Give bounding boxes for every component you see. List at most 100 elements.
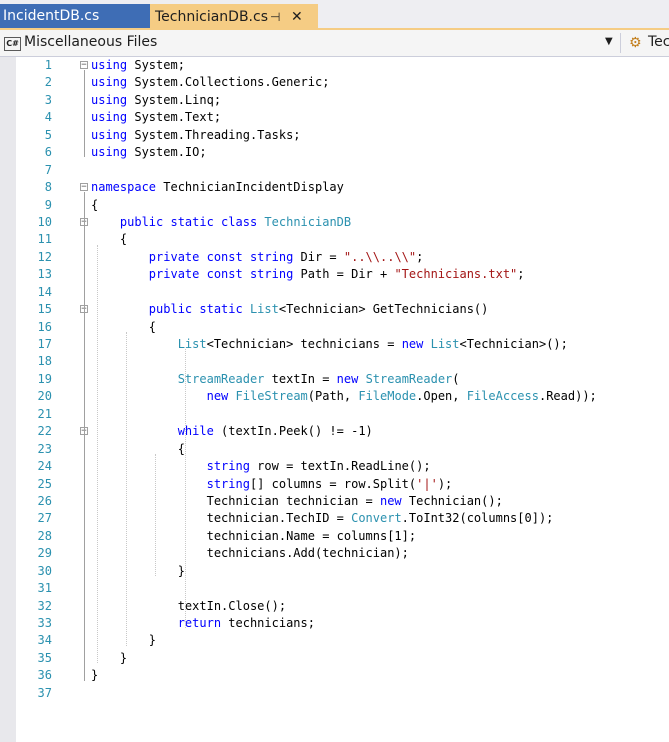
code-line[interactable]: 33 return technicians; bbox=[0, 615, 669, 632]
code-line[interactable]: 7 bbox=[0, 162, 669, 179]
code-text: using System.Linq; bbox=[91, 92, 221, 109]
code-token: } bbox=[91, 563, 185, 578]
line-number: 37 bbox=[37, 685, 52, 700]
line-number: 34 bbox=[37, 633, 52, 648]
code-line[interactable]: 36} bbox=[0, 667, 669, 684]
code-line[interactable]: 30 } bbox=[0, 563, 669, 580]
code-token: technician.Name = columns[1]; bbox=[91, 528, 417, 543]
code-line[interactable]: 21 bbox=[0, 406, 669, 423]
code-text: using System.Collections.Generic; bbox=[91, 74, 329, 91]
code-token: "Technicians.txt" bbox=[394, 267, 518, 282]
code-token: '|' bbox=[416, 476, 438, 491]
code-text: StreamReader textIn = new StreamReader( bbox=[91, 371, 460, 388]
code-token: .Read)); bbox=[538, 389, 597, 404]
code-line[interactable]: 25 string[] columns = row.Split('|'); bbox=[0, 476, 669, 493]
code-token: technicians; bbox=[221, 616, 315, 630]
code-line[interactable]: 26 Technician technician = new Technicia… bbox=[0, 493, 669, 510]
line-number: 10 bbox=[37, 214, 52, 229]
code-editor[interactable]: 1− using System; 2 using System.Collections… bbox=[0, 57, 669, 742]
code-line[interactable]: 11 { bbox=[0, 231, 669, 248]
code-token: System.Collections.Generic; bbox=[134, 75, 330, 90]
line-number: 30 bbox=[37, 563, 52, 578]
code-line[interactable]: 8 − namespace TechnicianIncidentDisplay bbox=[0, 179, 669, 196]
code-token: ; bbox=[517, 267, 525, 282]
code-line[interactable]: 34 } bbox=[0, 632, 669, 649]
code-line[interactable]: 17 List<Technician> technicians = new Li… bbox=[0, 336, 669, 353]
code-line[interactable]: 15− public static List<Technician> GetTe… bbox=[0, 301, 669, 318]
code-token: private const string bbox=[148, 249, 294, 264]
tab-technciandb[interactable]: TechnicianDB.cs ⊣ ✕ bbox=[150, 4, 318, 30]
code-text: using System.Text; bbox=[91, 109, 221, 126]
code-line[interactable]: 29 technicians.Add(technician); bbox=[0, 545, 669, 562]
code-line[interactable]: 37 bbox=[0, 685, 669, 702]
code-token: (textIn.Peek() != -1) bbox=[213, 424, 373, 439]
project-dropdown[interactable]: Miscellaneous Files bbox=[24, 34, 157, 50]
code-line[interactable]: 19 StreamReader textIn = new StreamReade… bbox=[0, 371, 669, 388]
chevron-down-icon[interactable]: ▼ bbox=[605, 36, 613, 47]
line-number: 11 bbox=[37, 232, 52, 247]
code-token: { bbox=[91, 319, 157, 334]
code-text: technician.Name = columns[1]; bbox=[91, 528, 417, 545]
code-token: System.Linq; bbox=[134, 92, 222, 107]
code-line[interactable]: 6 using System.IO; bbox=[0, 144, 669, 161]
code-line[interactable]: 35 } bbox=[0, 650, 669, 667]
code-token: List bbox=[430, 337, 460, 351]
code-token: using bbox=[91, 110, 135, 125]
code-token: <Technician> GetTechnicians() bbox=[278, 302, 489, 317]
code-line[interactable]: 4 using System.Text; bbox=[0, 109, 669, 126]
class-icon: ⚙ bbox=[629, 35, 642, 51]
pin-icon[interactable]: ⊣ bbox=[270, 4, 280, 30]
code-token: ); bbox=[437, 476, 453, 491]
code-line[interactable]: 32 textIn.Close(); bbox=[0, 598, 669, 615]
tab-incidentdb[interactable]: IncidentDB.cs bbox=[0, 4, 150, 28]
line-number: 28 bbox=[37, 528, 52, 543]
code-line[interactable]: 28 technician.Name = columns[1]; bbox=[0, 528, 669, 545]
class-dropdown[interactable]: Tec bbox=[648, 34, 669, 50]
line-number: 6 bbox=[44, 145, 52, 160]
code-token: TechnicianIncidentDisplay bbox=[156, 180, 344, 195]
code-line[interactable]: 27 technician.TechID = Convert.ToInt32(c… bbox=[0, 510, 669, 527]
code-token: string bbox=[206, 476, 250, 491]
code-line[interactable]: 10− public static class TechnicianDB bbox=[0, 214, 669, 231]
code-token: technicians.Add(technician); bbox=[91, 546, 409, 561]
csharp-project-icon: C# bbox=[4, 37, 21, 51]
code-line[interactable]: 13 private const string Path = Dir + "Te… bbox=[0, 266, 669, 283]
collapse-icon[interactable]: − bbox=[80, 61, 88, 70]
code-line[interactable]: 16 { bbox=[0, 319, 669, 336]
code-line[interactable]: 3 using System.Linq; bbox=[0, 92, 669, 109]
code-line[interactable]: 5 using System.Threading.Tasks; bbox=[0, 127, 669, 144]
code-line[interactable]: 22− while (textIn.Peek() != -1) bbox=[0, 423, 669, 440]
code-line[interactable]: 14 bbox=[0, 284, 669, 301]
code-line[interactable]: 20 new FileStream(Path, FileMode.Open, F… bbox=[0, 388, 669, 405]
code-text: using System.IO; bbox=[91, 144, 207, 161]
code-line[interactable]: 2 using System.Collections.Generic; bbox=[0, 74, 669, 91]
code-token: textIn.Close(); bbox=[91, 598, 287, 613]
code-line[interactable]: 9{ bbox=[0, 197, 669, 214]
code-line[interactable]: 24 string row = textIn.ReadLine(); bbox=[0, 458, 669, 475]
code-text: technicians.Add(technician); bbox=[91, 545, 409, 562]
code-text: return technicians; bbox=[91, 615, 315, 632]
collapse-icon[interactable]: − bbox=[80, 183, 88, 192]
code-text: namespace TechnicianIncidentDisplay bbox=[91, 179, 344, 196]
tab-label: TechnicianDB.cs bbox=[155, 9, 268, 25]
code-token: public static bbox=[148, 302, 243, 317]
code-line[interactable]: 18 bbox=[0, 353, 669, 370]
code-line[interactable]: 23 { bbox=[0, 441, 669, 458]
code-line[interactable]: 31 bbox=[0, 580, 669, 597]
tab-label: IncidentDB.cs bbox=[3, 8, 100, 24]
code-line[interactable]: 1 − using System; bbox=[0, 57, 669, 74]
code-token: ; bbox=[416, 249, 424, 264]
code-token: } bbox=[91, 668, 99, 683]
code-text: } bbox=[91, 667, 98, 684]
close-icon[interactable]: ✕ bbox=[291, 4, 303, 30]
line-number: 26 bbox=[37, 493, 52, 508]
code-token: Convert bbox=[351, 511, 402, 526]
code-line[interactable]: 12 private const string Dir = "..\\..\\"… bbox=[0, 249, 669, 266]
code-token: using bbox=[91, 92, 135, 107]
